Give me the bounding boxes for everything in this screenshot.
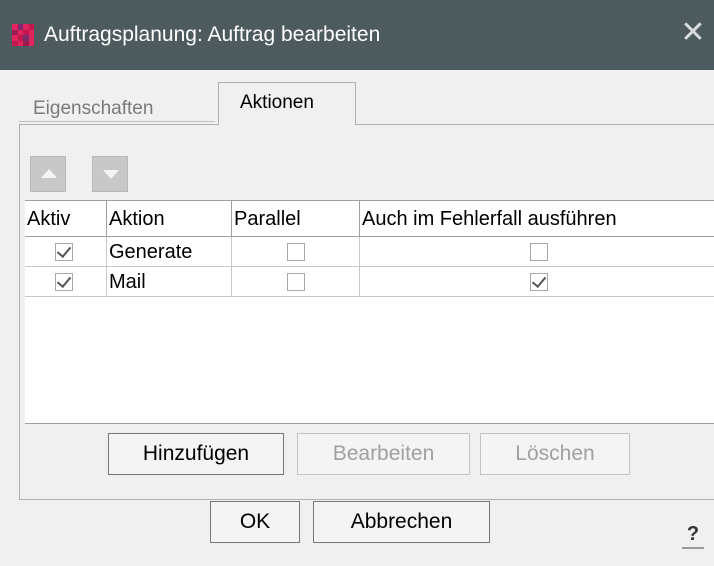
column-header-aktiv[interactable]: Aktiv bbox=[25, 201, 107, 237]
cell-parallel bbox=[232, 267, 360, 297]
column-header-parallel[interactable]: Parallel bbox=[232, 201, 360, 237]
cell-aktion: Mail bbox=[107, 267, 232, 297]
tab-eigenschaften[interactable]: Eigenschaften bbox=[19, 92, 215, 122]
cell-aktion: Generate bbox=[107, 237, 232, 267]
title-bar: Auftragsplanung: Auftrag bearbeiten ✕ bbox=[0, 0, 714, 70]
dialog-window: Auftragsplanung: Auftrag bearbeiten ✕ Ei… bbox=[0, 0, 714, 566]
move-up-button[interactable] bbox=[30, 156, 66, 192]
add-button[interactable]: Hinzufügen bbox=[108, 433, 284, 475]
cell-parallel bbox=[232, 237, 360, 267]
arrow-down-icon bbox=[103, 170, 119, 179]
edit-button[interactable]: Bearbeiten bbox=[297, 433, 470, 475]
cell-aktiv bbox=[25, 237, 107, 267]
checkmark-icon bbox=[56, 272, 72, 289]
move-down-button[interactable] bbox=[92, 156, 128, 192]
ok-button[interactable]: OK bbox=[210, 501, 300, 543]
checkmark-icon bbox=[531, 272, 547, 289]
cell-fehlerfall bbox=[360, 267, 714, 297]
cancel-button[interactable]: Abbrechen bbox=[313, 501, 490, 543]
fehlerfall-checkbox[interactable] bbox=[530, 243, 548, 261]
close-button[interactable]: ✕ bbox=[678, 16, 708, 50]
help-icon[interactable]: ? bbox=[682, 521, 704, 549]
arrow-up-icon bbox=[41, 169, 57, 178]
aktiv-checkbox[interactable] bbox=[55, 242, 73, 261]
tab-aktionen[interactable]: Aktionen bbox=[218, 82, 356, 125]
parallel-checkbox[interactable] bbox=[287, 273, 305, 291]
checkmark-icon bbox=[56, 242, 72, 259]
window-title: Auftragsplanung: Auftrag bearbeiten bbox=[44, 23, 381, 46]
fehlerfall-checkbox[interactable] bbox=[530, 272, 548, 291]
aktiv-checkbox[interactable] bbox=[55, 272, 73, 291]
column-header-fehlerfall[interactable]: Auch im Fehlerfall ausführen bbox=[360, 201, 714, 237]
table-row[interactable]: Mail bbox=[25, 267, 714, 297]
table-row[interactable]: Generate bbox=[25, 237, 714, 267]
column-header-aktion[interactable]: Aktion bbox=[107, 201, 232, 237]
cell-fehlerfall bbox=[360, 237, 714, 267]
app-grid-icon bbox=[12, 24, 34, 46]
cell-aktiv bbox=[25, 267, 107, 297]
parallel-checkbox[interactable] bbox=[287, 243, 305, 261]
dialog-body: Eigenschaften Aktionen Aktiv Aktion Para… bbox=[9, 70, 714, 566]
actions-table: Aktiv Aktion Parallel Auch im Fehlerfall… bbox=[25, 200, 714, 424]
delete-button[interactable]: Löschen bbox=[480, 433, 630, 475]
